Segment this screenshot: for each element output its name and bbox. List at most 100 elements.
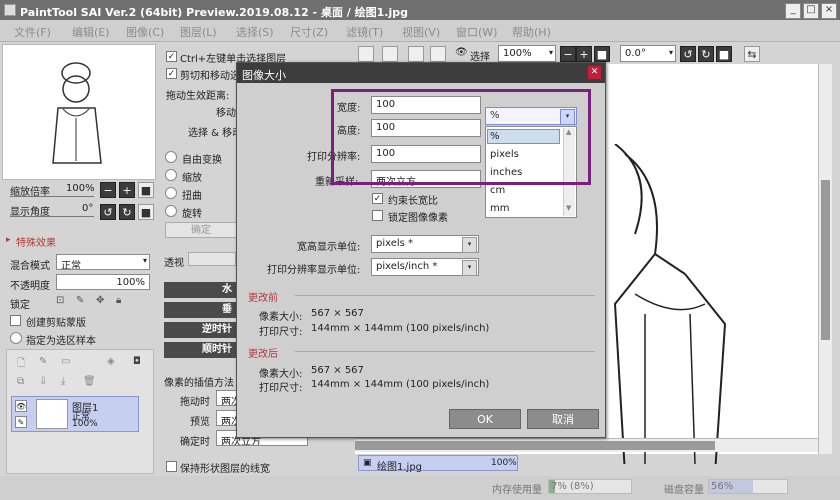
- unit-option-mm[interactable]: mm: [490, 203, 509, 214]
- after-print-size: 144mm × 144mm (100 pixels/inch): [311, 379, 490, 390]
- menu-filter[interactable]: 滤镜(T): [346, 24, 383, 40]
- angle-slider[interactable]: [10, 216, 94, 217]
- navigator-thumbnail: [52, 62, 102, 164]
- rotate-reset-button[interactable]: ■: [138, 204, 154, 220]
- document-tab[interactable]: ▣ 绘图1.jpg 100%: [358, 455, 518, 473]
- horizontal-scrollbar[interactable]: [355, 438, 818, 452]
- menu-edit[interactable]: 编辑(E): [72, 24, 110, 40]
- angle-select[interactable]: 0.0° ▾: [620, 45, 676, 62]
- drag-distance-label: 拖动生效距离:: [166, 91, 230, 102]
- cancel-button[interactable]: 取消: [527, 409, 599, 429]
- menu-help[interactable]: 帮助(H): [512, 24, 551, 40]
- constrain-proportions-checkbox[interactable]: ✓: [372, 193, 383, 204]
- navigator-preview[interactable]: [2, 44, 156, 180]
- free-transform-label: 自由变换: [182, 155, 222, 166]
- lock-pixels-checkbox[interactable]: [372, 210, 383, 221]
- close-button[interactable]: ×: [821, 3, 837, 19]
- cut-move-checkbox[interactable]: ✓: [166, 68, 177, 79]
- vertical-scrollbar[interactable]: [818, 64, 832, 454]
- new-folder-icon[interactable]: ▭: [61, 356, 70, 367]
- selection-source-label: 指定为选区样本: [26, 336, 96, 347]
- rotate-cw90-button[interactable]: 顺时针: [164, 342, 236, 358]
- opacity-field[interactable]: 100%: [56, 274, 150, 290]
- layer-row[interactable]: 👁︎ ✎ 图层1 正常 100%: [11, 396, 139, 432]
- selection-source-radio[interactable]: [10, 332, 22, 344]
- toolbar-button-2[interactable]: [382, 46, 398, 62]
- keep-linewidth-checkbox[interactable]: [166, 461, 177, 472]
- zoom-in-toolbar-button[interactable]: +: [576, 46, 592, 62]
- rotate-reset-toolbar-button[interactable]: ■: [716, 46, 732, 62]
- toolbar-button-3[interactable]: [408, 46, 424, 62]
- toolbar-button-4[interactable]: [430, 46, 446, 62]
- delete-layer-icon[interactable]: 🗑︎: [83, 376, 96, 387]
- ctrl-click-layer-checkbox[interactable]: ✓: [166, 51, 177, 62]
- new-layer-icon[interactable]: 🗋︎: [17, 356, 25, 373]
- eye-icon[interactable]: 👁︎: [15, 400, 27, 412]
- zoom-out-button[interactable]: −: [100, 182, 116, 198]
- zoom-out-toolbar-button[interactable]: −: [560, 46, 576, 62]
- blend-mode-select[interactable]: 正常 ▾: [56, 254, 150, 270]
- interp-preview-select[interactable]: 两次: [216, 410, 238, 426]
- rotate-radio[interactable]: [165, 205, 177, 217]
- distort-radio[interactable]: [165, 187, 177, 199]
- maximize-button[interactable]: □: [803, 3, 819, 19]
- vertical-scrollbar-thumb[interactable]: [821, 180, 830, 340]
- menu-image[interactable]: 图像(C): [126, 24, 164, 40]
- menu-window[interactable]: 窗口(W): [456, 24, 497, 40]
- size-unit-select[interactable]: pixels * ▾: [371, 235, 479, 253]
- rotate-cw-button[interactable]: ↻: [119, 204, 135, 220]
- layer-thumbnail: [36, 399, 68, 429]
- lock-transparency-icon[interactable]: ⊡: [56, 295, 64, 306]
- transfer-down-icon[interactable]: ⇩: [39, 376, 47, 387]
- menu-view[interactable]: 视图(V): [402, 24, 440, 40]
- rotate-cw-toolbar-button[interactable]: ↻: [698, 46, 714, 62]
- minimize-button[interactable]: _: [785, 3, 801, 19]
- lock-paint-icon[interactable]: ✎: [76, 295, 84, 306]
- rotate-ccw-button[interactable]: ↺: [100, 204, 116, 220]
- unit-option-cm[interactable]: cm: [490, 185, 505, 196]
- rotate-label: 旋转: [182, 209, 202, 220]
- before-pixel-size: 567 × 567: [311, 308, 364, 319]
- rotate-ccw90-button[interactable]: 逆时针: [164, 322, 236, 338]
- confirm-transform-button[interactable]: 确定: [165, 222, 237, 238]
- perspective-slider[interactable]: [188, 252, 236, 266]
- rotate-ccw-toolbar-button[interactable]: ↺: [680, 46, 696, 62]
- collapse-arrow-icon[interactable]: ▸: [6, 235, 11, 245]
- copy-layer-icon[interactable]: ⧉: [17, 376, 24, 387]
- menu-layer[interactable]: 图层(L): [180, 24, 217, 40]
- menu-select[interactable]: 选择(S): [236, 24, 274, 40]
- dialog-close-button[interactable]: ✕: [588, 66, 601, 79]
- eye-icon[interactable]: 👁︎: [455, 47, 468, 58]
- lock-label: 锁定: [10, 300, 30, 311]
- free-transform-radio[interactable]: [165, 151, 177, 163]
- move-label: 移动: [216, 108, 236, 119]
- zoom-slider[interactable]: [10, 196, 94, 197]
- mask-icon[interactable]: ◈: [107, 356, 115, 367]
- new-linework-icon[interactable]: ✎: [39, 356, 47, 367]
- dialog-title-bar[interactable]: 图像大小 ✕: [237, 63, 605, 83]
- zoom-in-button[interactable]: +: [119, 182, 135, 198]
- dpi-unit-select[interactable]: pixels/inch * ▾: [371, 258, 479, 276]
- toolbar-button-1[interactable]: [358, 46, 374, 62]
- flip-view-button[interactable]: ⇆: [744, 46, 760, 62]
- merge-down-icon[interactable]: ⤓: [61, 376, 65, 387]
- ok-button[interactable]: OK: [449, 409, 521, 429]
- horizontal-scrollbar-thumb[interactable]: [355, 441, 715, 450]
- app-title: PaintTool SAI Ver.2 (64bit) Preview.2019…: [20, 6, 408, 19]
- flip-vertical-button[interactable]: 垂: [164, 302, 236, 318]
- interp-drag-select[interactable]: 两次: [216, 390, 238, 406]
- zoom-select[interactable]: 100% ▾: [498, 45, 556, 62]
- scale-radio[interactable]: [165, 169, 177, 181]
- menu-file[interactable]: 文件(F): [14, 24, 51, 40]
- scroll-down-icon[interactable]: ▼: [566, 204, 571, 212]
- menu-size[interactable]: 尺寸(Z): [290, 24, 328, 40]
- lock-move-icon[interactable]: ✥: [96, 295, 104, 306]
- pen-icon[interactable]: ✎: [15, 416, 27, 428]
- zoom-fit-toolbar-button[interactable]: ■: [594, 46, 610, 62]
- layer-mask-icon[interactable]: ◘: [133, 356, 141, 367]
- zoom-reset-button[interactable]: ■: [138, 182, 154, 198]
- clip-mask-checkbox[interactable]: [10, 315, 21, 326]
- flip-horizontal-button[interactable]: 水: [164, 282, 236, 298]
- lock-all-icon[interactable]: 🔒︎: [116, 295, 121, 306]
- special-effects-header[interactable]: 特殊效果: [16, 234, 56, 249]
